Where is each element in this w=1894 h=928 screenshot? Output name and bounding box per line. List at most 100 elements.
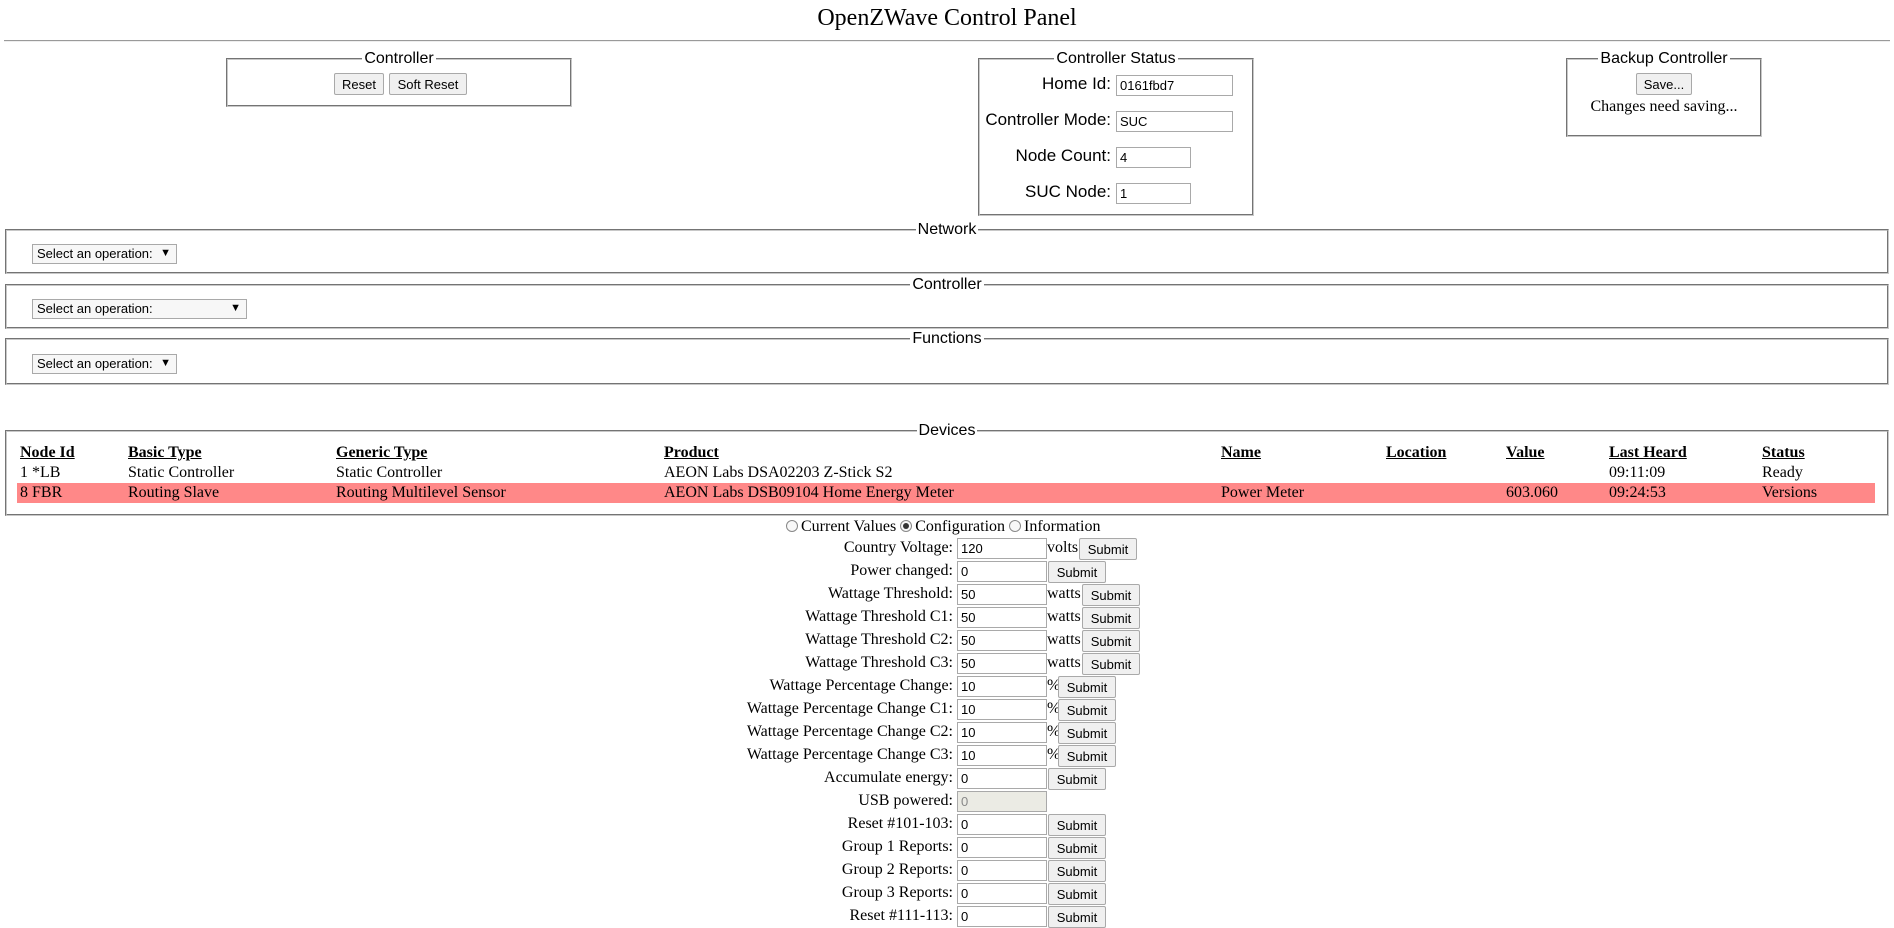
submit-button[interactable]: Submit (1079, 538, 1137, 560)
column-header[interactable]: Location (1383, 443, 1503, 463)
table-cell: Power Meter (1221, 484, 1305, 501)
current-values-label[interactable]: Current Values (801, 518, 896, 535)
config-label: Wattage Percentage Change: (769, 677, 953, 694)
information-label[interactable]: Information (1024, 518, 1100, 535)
config-label: Wattage Percentage Change C1: (746, 700, 953, 717)
column-header[interactable]: Value (1503, 443, 1606, 463)
config-row: Wattage Percentage Change C2:%Submit (0, 721, 1894, 744)
config-value-field[interactable] (957, 676, 1047, 697)
config-label: Group 1 Reports: (841, 838, 953, 855)
column-header[interactable]: Status (1759, 443, 1875, 463)
controller-ops-legend: Controller (912, 276, 982, 293)
controller-mode-field[interactable] (1116, 111, 1233, 132)
config-row: Wattage Percentage Change:%Submit (0, 675, 1894, 698)
controller-legend: Controller (364, 50, 434, 67)
config-label: Wattage Threshold C3: (805, 654, 953, 671)
config-value-field[interactable] (957, 630, 1047, 651)
config-label: Power changed: (850, 562, 953, 579)
config-value-field[interactable] (957, 745, 1047, 766)
config-value-field[interactable] (957, 814, 1047, 835)
submit-button[interactable]: Submit (1048, 883, 1106, 905)
config-row: Wattage Threshold C1: wattsSubmit (0, 606, 1894, 629)
config-value-field[interactable] (957, 653, 1047, 674)
home-id-field[interactable] (1116, 75, 1233, 96)
config-label: Wattage Threshold C2: (805, 631, 953, 648)
submit-button[interactable]: Submit (1082, 653, 1140, 675)
suc-node-label: SUC Node: (1025, 182, 1111, 201)
config-value-field[interactable] (957, 860, 1047, 881)
config-row: Country Voltage: voltsSubmit (0, 537, 1894, 560)
controller-operation-select[interactable]: Select an operation: ▼ (32, 299, 247, 319)
configuration-label[interactable]: Configuration (915, 518, 1005, 535)
config-value-field[interactable] (957, 837, 1047, 858)
submit-button[interactable]: Submit (1082, 630, 1140, 652)
submit-button[interactable]: Submit (1048, 860, 1106, 882)
table-cell: Versions (1762, 484, 1818, 501)
functions-box: Functions (5, 330, 1889, 385)
controller-box: Controller Reset Soft Reset (226, 50, 572, 107)
submit-button[interactable]: Submit (1048, 561, 1106, 583)
table-cell: Static Controller (336, 464, 443, 481)
table-row[interactable]: 1 *LB Static Controller Static Controlle… (17, 463, 1875, 483)
backup-controller-legend: Backup Controller (1600, 50, 1728, 67)
config-label: Group 3 Reports: (841, 884, 953, 901)
save-button[interactable]: Save... (1636, 73, 1692, 95)
submit-button[interactable]: Submit (1082, 584, 1140, 606)
table-row-selected[interactable]: 8 FBR Routing Slave Routing Multilevel S… (17, 483, 1875, 503)
submit-button[interactable]: Submit (1048, 906, 1106, 928)
column-header[interactable]: Node Id (17, 443, 125, 463)
config-value-field[interactable] (957, 607, 1047, 628)
config-value-field[interactable] (957, 906, 1047, 927)
configuration-radio[interactable] (900, 520, 913, 532)
table-cell (1503, 463, 1606, 483)
controller-select-label: Select an operation: (37, 301, 153, 316)
chevron-down-icon: ▼ (160, 357, 171, 369)
table-cell: Ready (1762, 464, 1803, 481)
column-header[interactable]: Basic Type (125, 443, 333, 463)
config-unit: volts (1047, 539, 1079, 556)
config-value-field[interactable] (957, 561, 1047, 582)
config-value-field[interactable] (957, 699, 1047, 720)
config-value-field[interactable] (957, 538, 1047, 559)
config-label: Wattage Percentage Change C3: (746, 746, 953, 763)
config-value-field[interactable] (957, 722, 1047, 743)
config-unit: watts (1047, 608, 1081, 625)
network-select-label: Select an operation: (37, 246, 153, 261)
submit-button[interactable]: Submit (1082, 607, 1140, 629)
page-title: OpenZWave Control Panel (817, 5, 1077, 31)
functions-operation-select[interactable]: Select an operation: ▼ (32, 354, 177, 374)
submit-button[interactable]: Submit (1058, 676, 1116, 698)
config-label: Wattage Threshold C1: (805, 608, 953, 625)
config-value-field[interactable] (957, 768, 1047, 789)
reset-button[interactable]: Reset (334, 73, 384, 95)
backup-controller-box: Backup Controller Save... Changes need s… (1566, 50, 1762, 137)
submit-button[interactable]: Submit (1048, 837, 1106, 859)
network-legend: Network (917, 221, 977, 238)
column-header[interactable]: Generic Type (333, 443, 661, 463)
config-unit: watts (1047, 631, 1081, 648)
config-value-field[interactable] (957, 883, 1047, 904)
table-cell: 8 FBR (20, 484, 63, 501)
submit-button[interactable]: Submit (1058, 745, 1116, 767)
network-operation-select[interactable]: Select an operation: ▼ (32, 244, 177, 264)
config-label: Reset #101-103: (847, 815, 953, 832)
suc-node-field[interactable] (1116, 183, 1191, 204)
controller-ops-box: Controller (5, 276, 1889, 329)
current-values-radio[interactable] (786, 520, 798, 532)
functions-legend: Functions (912, 330, 982, 347)
config-value-field[interactable] (957, 584, 1047, 605)
table-cell: 09:11:09 (1609, 464, 1666, 481)
column-header[interactable]: Last Heard (1606, 443, 1759, 463)
submit-button[interactable]: Submit (1048, 768, 1106, 790)
information-radio[interactable] (1009, 520, 1022, 532)
table-cell (1383, 483, 1503, 503)
config-row: Wattage Threshold C3: wattsSubmit (0, 652, 1894, 675)
node-count-field[interactable] (1116, 147, 1191, 168)
submit-button[interactable]: Submit (1058, 699, 1116, 721)
column-header[interactable]: Product (661, 443, 1218, 463)
soft-reset-button[interactable]: Soft Reset (389, 73, 467, 95)
submit-button[interactable]: Submit (1058, 722, 1116, 744)
config-row: Group 1 Reports: Submit (0, 836, 1894, 859)
column-header[interactable]: Name (1218, 443, 1383, 463)
submit-button[interactable]: Submit (1048, 814, 1106, 836)
